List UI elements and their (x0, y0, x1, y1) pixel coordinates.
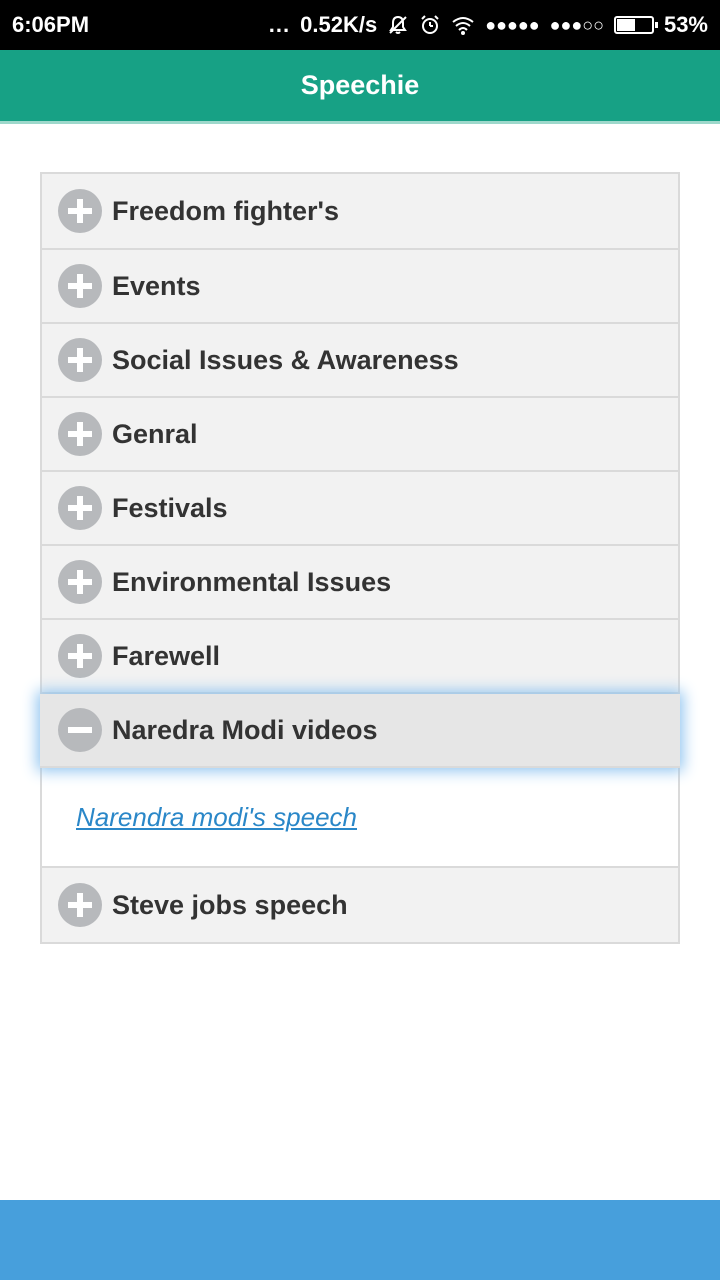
plus-icon (58, 264, 102, 308)
status-bar: 6:06PM ... 0.52K/s ●●●●● ●●●○○ 53% (0, 0, 720, 50)
bottom-bar (0, 1200, 720, 1280)
accordion-content-modi-videos: Narendra modi's speech (42, 768, 678, 868)
minus-icon (58, 708, 102, 752)
accordion-item-label: Naredra Modi videos (112, 714, 378, 745)
accordion-item-label: Festivals (112, 492, 228, 523)
battery-fill (616, 19, 635, 31)
plus-icon (58, 189, 102, 233)
plus-icon (58, 560, 102, 604)
signal-strength-2: ●●●○○ (549, 14, 604, 35)
battery-icon (613, 16, 658, 34)
app-title: Speechie (300, 70, 420, 100)
plus-icon (58, 486, 102, 530)
accordion-item-genral[interactable]: Genral (42, 398, 678, 472)
category-accordion: Freedom fighter's Events Social Issues &… (40, 172, 680, 944)
accordion-item-label: Freedom fighter's (112, 195, 339, 226)
accordion-item-label: Farewell (112, 640, 221, 671)
plus-icon (58, 412, 102, 456)
status-time: 6:06PM (12, 12, 90, 37)
accordion-item-label: Social Issues & Awareness (112, 344, 459, 375)
more-dots: ... (268, 12, 291, 37)
app-header: Speechie (0, 50, 720, 124)
accordion-item-farewell[interactable]: Farewell (42, 620, 678, 694)
modi-speech-link[interactable]: Narendra modi's speech (76, 802, 357, 833)
plus-icon (58, 338, 102, 382)
signal-strength-1: ●●●●● (485, 14, 540, 35)
accordion-item-social-issues[interactable]: Social Issues & Awareness (42, 324, 678, 398)
plus-icon (58, 634, 102, 678)
alarm-icon (419, 14, 441, 36)
accordion-item-freedom-fighters[interactable]: Freedom fighter's (42, 174, 678, 250)
accordion-item-environmental-issues[interactable]: Environmental Issues (42, 546, 678, 620)
accordion-item-festivals[interactable]: Festivals (42, 472, 678, 546)
wifi-icon (451, 14, 475, 36)
battery-percent: 53% (663, 12, 708, 37)
net-speed: 0.52K/s (300, 12, 378, 37)
accordion-item-label: Environmental Issues (112, 566, 392, 597)
accordion-item-steve-jobs[interactable]: Steve jobs speech (42, 868, 678, 942)
accordion-item-events[interactable]: Events (42, 250, 678, 324)
accordion-item-label: Steve jobs speech (112, 889, 348, 920)
accordion-item-modi-videos[interactable]: Naredra Modi videos (40, 694, 680, 768)
status-right-group: ... 0.52K/s ●●●●● ●●●○○ 53% (269, 12, 708, 38)
mute-bell-icon (387, 14, 409, 36)
accordion-item-label: Events (112, 270, 201, 301)
accordion-item-label: Genral (112, 418, 198, 449)
plus-icon (58, 883, 102, 927)
